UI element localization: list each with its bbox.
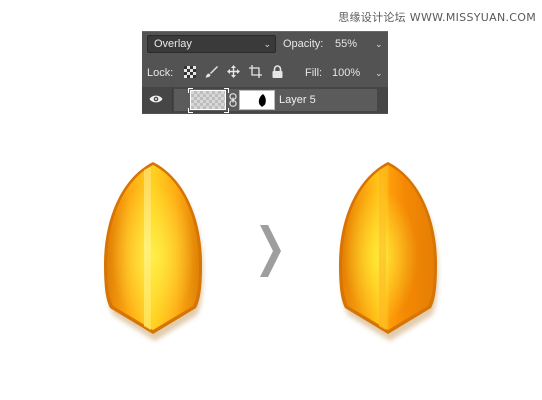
watermark: 思缘设计论坛 WWW.MISSYUAN.COM: [338, 11, 536, 24]
padlock-icon[interactable]: [271, 65, 284, 78]
chevron-down-icon: ⌄: [263, 39, 271, 49]
brush-lock-icon[interactable]: [205, 65, 218, 78]
layer-mask-thumbnail[interactable]: [239, 90, 275, 110]
thumbnail-bracket: [188, 108, 193, 113]
layer-row[interactable]: Layer 5: [142, 87, 388, 113]
opacity-value[interactable]: 55%: [335, 38, 357, 50]
layer-name[interactable]: Layer 5: [279, 94, 316, 106]
layer-thumbnail[interactable]: [190, 90, 226, 110]
chevron-right-icon: [260, 225, 281, 277]
thumbnail-bracket: [224, 108, 229, 113]
opacity-label: Opacity:: [283, 38, 324, 50]
shape-before: [104, 162, 203, 341]
eye-divider: [172, 87, 173, 113]
fill-chevron-icon[interactable]: ⌄: [375, 68, 383, 79]
lock-icons: [183, 65, 284, 78]
artboard-lock-icon[interactable]: [249, 65, 262, 78]
eye-icon[interactable]: [149, 94, 163, 104]
shape-after: [339, 162, 438, 341]
fill-label: Fill:: [305, 67, 323, 79]
chain-link-icon[interactable]: [229, 93, 237, 107]
transparency-lock-icon[interactable]: [183, 65, 196, 78]
mask-shape-icon: [258, 94, 266, 107]
layers-panel: Overlay ⌄ Opacity: 55% ⌄ Lock: Fill: 100…: [142, 31, 388, 114]
thumbnail-bracket: [188, 88, 193, 93]
blend-mode-value: Overlay: [154, 38, 192, 50]
opacity-chevron-icon[interactable]: ⌄: [375, 39, 383, 50]
blend-mode-select[interactable]: Overlay ⌄: [147, 35, 276, 53]
fill-value[interactable]: 100%: [332, 67, 360, 79]
move-lock-icon[interactable]: [227, 65, 240, 78]
lock-label: Lock:: [147, 67, 174, 79]
